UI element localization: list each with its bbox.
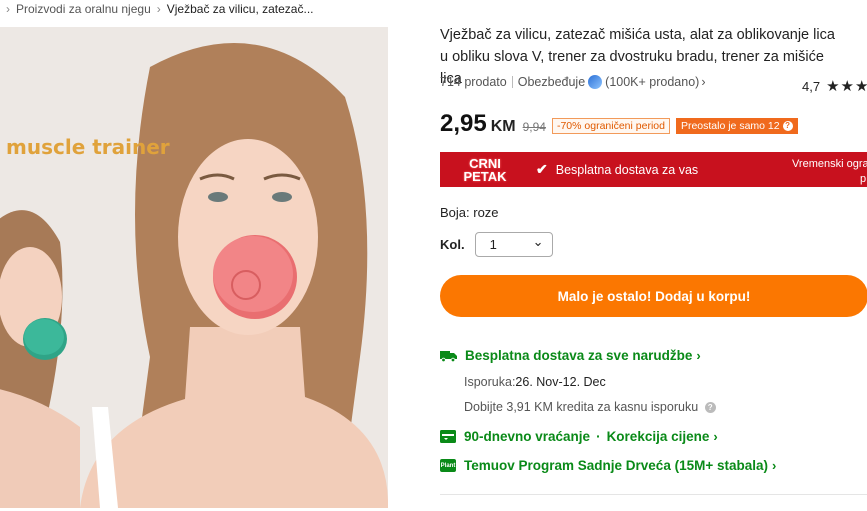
breadcrumb-item-current: Vježbač za vilicu, zatezač... [166, 2, 314, 16]
product-photo [0, 27, 388, 508]
black-friday-logo: CRNI PETAK [440, 157, 530, 183]
help-icon[interactable]: ? [782, 121, 793, 131]
plant-icon: Plant [440, 459, 456, 472]
free-shipping-link[interactable]: Besplatna dostava za sve narudžbe › [440, 348, 701, 363]
globe-icon [588, 75, 603, 89]
delivery-label: Isporuka: [464, 375, 516, 389]
current-price: 2,95 [440, 110, 487, 137]
chevron-down-icon: ⌄ [532, 233, 544, 249]
black-friday-banner: CRNI PETAK ✔ Besplatna dostava za vas Vr… [440, 152, 867, 187]
rating-value: 4,7 [802, 78, 821, 94]
quantity-select[interactable]: 1 ⌄ [474, 232, 553, 257]
free-shipping-label: Besplatna dostava za sve narudžbe [465, 348, 693, 363]
credit-text: Dobijte 3,91 KM kredita za kasnu isporuk… [464, 400, 699, 414]
late-delivery-credit: Dobijte 3,91 KM kredita za kasnu isporuk… [464, 400, 716, 414]
quantity-label: Kol. [440, 237, 465, 252]
image-overlay-caption: muscle trainer [6, 135, 170, 159]
price-currency: KM [490, 118, 516, 135]
free-shipping-text: Besplatna dostava za vas [555, 162, 699, 177]
limited-time-line1: Vremenski ogra [792, 158, 867, 170]
section-divider [440, 494, 867, 495]
star-icons: ★★★ [826, 78, 867, 95]
breadcrumb-item-oral-care[interactable]: Proizvodi za oralnu njegu [16, 2, 151, 16]
breadcrumb-separator: › [156, 2, 161, 16]
price-row: 2,95 KM 9,94 -70% ograničeni period Preo… [440, 110, 798, 138]
bullet-separator: · [596, 429, 601, 444]
limited-time-line2: p [860, 173, 867, 185]
chevron-right-icon[interactable]: › [701, 75, 705, 89]
breadcrumb: › Proizvodi za oralnu njegu › Vježbač za… [0, 0, 313, 18]
discount-badge: -70% ograničeni period [551, 118, 670, 134]
color-option: Boja: roze [440, 205, 499, 220]
product-image[interactable]: muscle trainer [0, 27, 388, 508]
quantity-row: Kol. 1 ⌄ [440, 232, 553, 257]
tree-planting-label: Temuov Program Sadnje Drveća (15M+ staba… [464, 458, 768, 473]
delivery-range: 26. Nov-12. Dec [515, 375, 606, 389]
return-box-icon [440, 430, 456, 443]
black-friday-line2: PETAK [463, 168, 507, 184]
delivery-dates: Isporuka:26. Nov-12. Dec [464, 375, 606, 389]
chevron-right-icon: › [696, 348, 701, 363]
returns-label: 90-dnevno vraćanje [464, 429, 591, 444]
check-icon: ✔ [536, 161, 548, 177]
stock-badge-label: Preostalo je samo 12 [680, 120, 780, 132]
chevron-right-icon: › [772, 458, 777, 473]
black-friday-line1: CRNI [469, 155, 501, 171]
help-icon[interactable]: ? [704, 402, 716, 414]
provider-count[interactable]: (100K+ prodano) [605, 75, 699, 89]
breadcrumb-separator: › [6, 2, 10, 16]
provider-label: Obezbeđuje [517, 75, 586, 89]
tree-planting-link[interactable]: Plant Temuov Program Sadnje Drveća (15M+… [440, 458, 776, 473]
chevron-right-icon: › [713, 429, 718, 444]
add-to-cart-button[interactable]: Malo je ostalo! Dodaj u korpu! [440, 275, 867, 317]
product-info-panel: Vježbač za vilicu, zatezač mišića usta, … [440, 24, 867, 473]
returns-link[interactable]: 90-dnevno vraćanje · Korekcija cijene › [440, 429, 718, 444]
stock-badge[interactable]: Preostalo je samo 12 ? [675, 118, 798, 134]
rating[interactable]: 4,7 ★★★ [802, 77, 867, 95]
truck-icon [440, 350, 457, 362]
meta-divider [511, 76, 513, 88]
quantity-value: 1 [489, 237, 497, 252]
sold-count: 714 prodato [440, 75, 507, 89]
price-adjustment-label: Korekcija cijene [606, 429, 710, 444]
limited-time-text: Vremenski ogra p [792, 157, 867, 187]
original-price: 9,94 [522, 120, 546, 134]
